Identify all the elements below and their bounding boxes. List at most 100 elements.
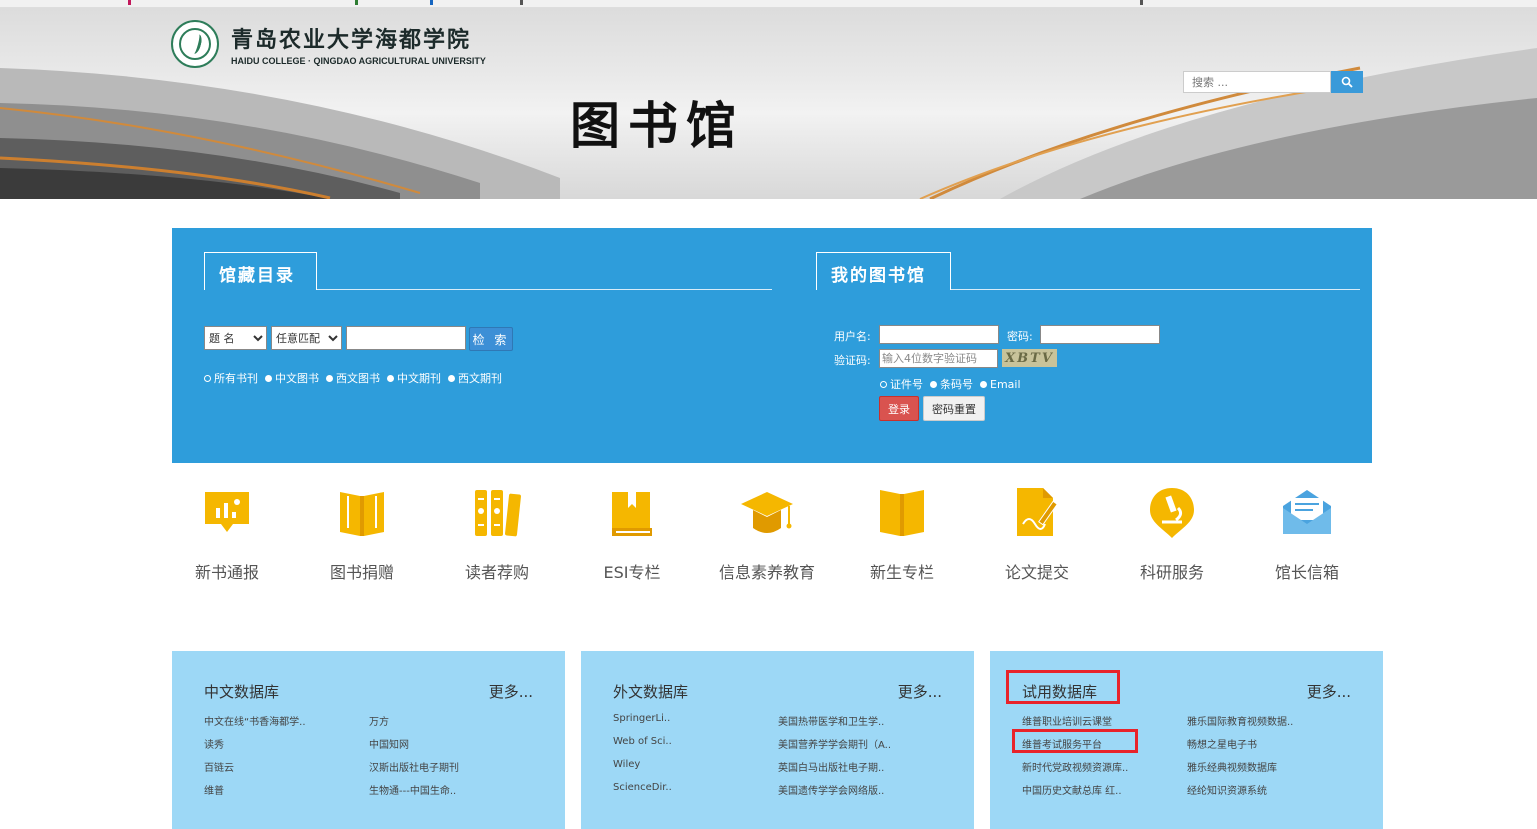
id-type-email[interactable]: Email [980,376,1021,392]
bookshelf-icon [475,490,521,537]
db-link[interactable]: ScienceDir.. [613,782,778,805]
quick-link-info-literacy[interactable]: 信息素养教育 [712,484,822,584]
match-mode-select[interactable]: 任意匹配 [271,326,342,350]
site-search [1183,71,1363,93]
id-type-card[interactable]: 证件号 [880,376,923,392]
quick-link-label: 新书通报 [194,563,259,582]
tab-underline [317,289,772,290]
quick-link-label: 论文提交 [1004,563,1069,582]
scope-radio-west-journals[interactable]: 西文期刊 [448,370,502,386]
microscope-icon [1150,488,1194,538]
username-label: 用户名: [834,330,871,343]
quick-link-reader-recommend[interactable]: 读者荐购 [442,484,552,584]
db-link[interactable]: 经纶知识资源系统 [1187,782,1352,805]
captcha-label: 验证码: [834,354,871,367]
db-link[interactable]: 英国白马出版社电子期.. [778,759,943,782]
book-stack-icon [612,492,652,536]
tab-marker [355,0,358,5]
db-box-foreign: 外文数据库 更多... SpringerLi.. 美国热带医学和卫生学.. Web… [581,651,974,829]
quick-link-label: 馆长信箱 [1274,563,1339,582]
tab-marker [520,0,523,5]
db-link[interactable]: SpringerLi.. [613,713,778,736]
db-link[interactable]: 汉斯出版社电子期刊 [369,759,534,782]
db-link[interactable]: 维普 [204,782,369,805]
username-input[interactable] [879,325,999,344]
highlight-box-trial-title [1006,670,1120,704]
captcha-image[interactable]: XBTV [1002,349,1057,367]
catalog-keyword-input[interactable] [346,326,466,350]
scope-radio-cn-books[interactable]: 中文图书 [265,370,319,386]
tab-my-library[interactable]: 我的图书馆 [816,252,951,290]
scope-radio-group: 所有书刊 中文图书 西文图书 中文期刊 西文期刊 [204,370,505,386]
db-link[interactable]: 雅乐国际教育视频数据.. [1187,713,1352,736]
db-link-list: SpringerLi.. 美国热带医学和卫生学.. Web of Sci.. 美国营… [613,713,943,805]
quick-link-label: ESI专栏 [603,563,661,582]
quick-link-esi[interactable]: ESI专栏 [577,484,687,584]
db-link[interactable]: 万方 [369,713,534,736]
db-link[interactable]: 中文在线“书香海都学.. [204,713,369,736]
scope-radio-west-books[interactable]: 西文图书 [326,370,380,386]
site-search-button[interactable] [1331,71,1363,93]
college-name-cn: 青岛农业大学海都学院 [231,27,472,53]
scope-radio-cn-journals[interactable]: 中文期刊 [387,370,441,386]
db-box-chinese: 中文数据库 更多... 中文在线“书香海都学.. 万方 读秀 中国知网 百链云 汉斯出… [172,651,565,829]
db-link[interactable]: Wiley [613,759,778,782]
password-reset-button[interactable]: 密码重置 [923,396,985,421]
catalog-search-button[interactable]: 检 索 [469,327,513,351]
search-login-panel: 馆藏目录 题 名 任意匹配 检 索 所有书刊 中文图书 西文图书 中文期刊 西文… [172,228,1372,463]
db-link[interactable]: 生物通---中国生命.. [369,782,534,805]
college-emblem-icon [171,20,219,68]
db-link[interactable]: 畅想之星电子书 [1187,736,1352,759]
db-link-list: 维普职业培训云课堂 雅乐国际教育视频数据.. 维普考试服务平台 畅想之星电子书 新时… [1022,713,1352,805]
reading-book-icon [880,490,924,536]
db-link[interactable]: 新时代党政视频资源库.. [1022,759,1187,782]
captcha-input[interactable]: 输入4位数字验证码 [879,349,998,368]
open-book-icon [340,492,384,536]
report-icon [205,492,249,532]
id-type-barcode[interactable]: 条码号 [930,376,973,392]
tab-marker [1140,0,1143,5]
db-link[interactable]: 美国营养学学会期刊（A.. [778,736,943,759]
quick-link-label: 图书捐赠 [329,563,394,582]
quick-link-label: 读者荐购 [464,563,529,582]
db-link[interactable]: 中国历史文献总库 红.. [1022,782,1187,805]
tab-catalog[interactable]: 馆藏目录 [204,252,317,290]
quick-link-label: 科研服务 [1139,563,1204,582]
site-search-input[interactable] [1183,71,1331,93]
quick-link-label: 新生专栏 [869,563,934,582]
db-link[interactable]: 雅乐经典视频数据库 [1187,759,1352,782]
quick-link-research-service[interactable]: 科研服务 [1117,484,1227,584]
tab-marker [430,0,433,5]
quick-link-director-mailbox[interactable]: 馆长信箱 [1252,484,1362,584]
browser-top-strip [0,0,1537,8]
scope-radio-all[interactable]: 所有书刊 [204,370,258,386]
db-more-link[interactable]: 更多... [898,681,942,702]
db-link[interactable]: Web of Sci.. [613,736,778,759]
document-pen-icon [1017,488,1058,536]
tab-underline [951,289,1360,290]
quick-link-new-books[interactable]: 新书通报 [172,484,282,584]
db-box-title: 中文数据库 [204,683,280,701]
library-title: 图书馆 [570,96,744,155]
db-link[interactable]: 美国遗传学学会网络版.. [778,782,943,805]
id-type-radio-group: 证件号 条码号 Email [880,376,1024,392]
password-input[interactable] [1040,325,1160,344]
college-logo[interactable]: 青岛农业大学海都学院 HAIDU COLLEGE · QINGDAO AGRIC… [171,20,486,68]
db-more-link[interactable]: 更多... [1307,681,1351,702]
quick-link-freshmen[interactable]: 新生专栏 [847,484,957,584]
db-link[interactable]: 读秀 [204,736,369,759]
quick-link-thesis-submit[interactable]: 论文提交 [982,484,1092,584]
db-more-link[interactable]: 更多... [489,681,533,702]
quick-link-book-donation[interactable]: 图书捐赠 [307,484,417,584]
college-name-en: HAIDU COLLEGE · QINGDAO AGRICULTURAL UNI… [231,56,486,66]
db-link[interactable]: 百链云 [204,759,369,782]
db-box-trial: 试用数据库 更多... 维普职业培训云课堂 雅乐国际教育视频数据.. 维普考试服务… [990,651,1383,829]
header-banner: 青岛农业大学海都学院 HAIDU COLLEGE · QINGDAO AGRIC… [0,8,1537,199]
search-icon [1341,76,1353,88]
highlight-box-exam-platform [1012,729,1138,753]
search-field-select[interactable]: 题 名 [204,326,267,350]
db-link[interactable]: 美国热带医学和卫生学.. [778,713,943,736]
db-link[interactable]: 中国知网 [369,736,534,759]
mailbox-icon [1283,490,1331,534]
login-button[interactable]: 登录 [879,396,919,421]
